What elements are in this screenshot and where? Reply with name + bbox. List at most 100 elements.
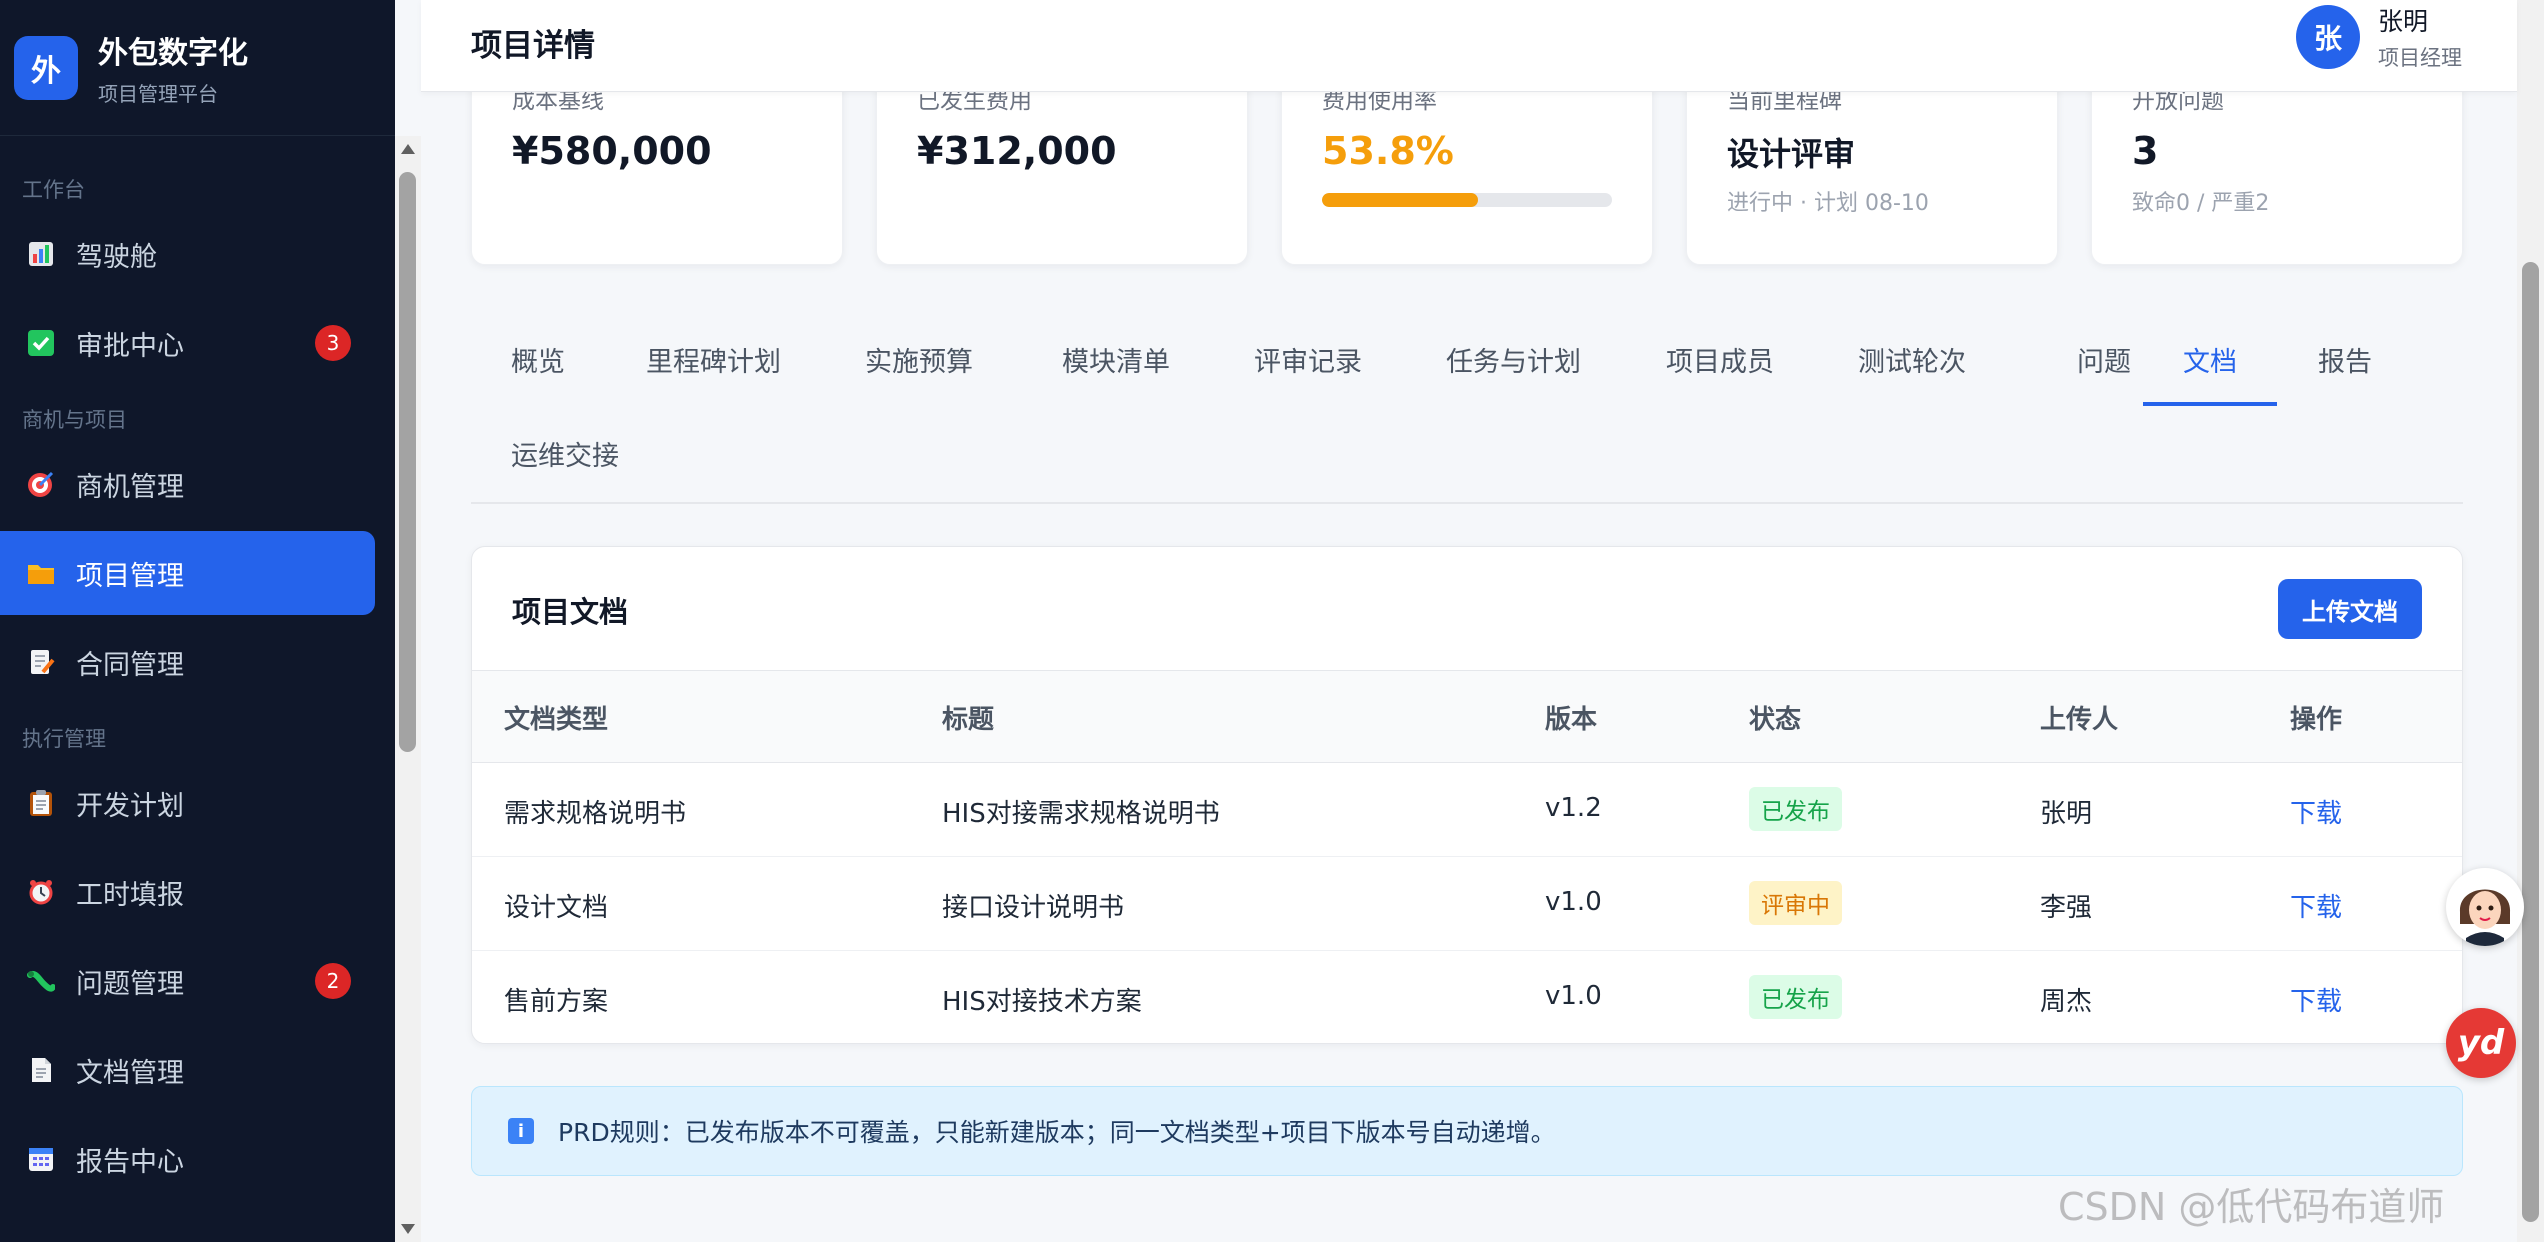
doc-title: 接口设计说明书 (942, 893, 1125, 923)
target-icon (26, 469, 56, 499)
doc-version: v1.2 (1545, 793, 1602, 823)
sidebar-item-dashboard[interactable]: 驾驶舱 (0, 212, 375, 296)
assistant-avatar-icon[interactable] (2446, 868, 2524, 946)
doc-type: 需求规格说明书 (504, 799, 687, 829)
main-scrollbar[interactable] (2517, 0, 2544, 1242)
stat-sub: 进行中 · 计划 08-10 (1727, 191, 1929, 216)
stat-value: ¥580,000 (512, 129, 712, 173)
nav-group-label: 工作台 (22, 178, 85, 202)
column-header: 状态 (1749, 705, 1802, 735)
doc-uploader: 李强 (2040, 893, 2093, 923)
table-header: 文档类型 标题 版本 状态 上传人 操作 (472, 671, 2462, 763)
nav-group-label: 执行管理 (22, 727, 106, 751)
table-row: 设计文档 接口设计说明书 v1.0 评审中 李强 下载 (472, 857, 2462, 951)
check-icon (26, 328, 56, 358)
upload-document-button[interactable]: 上传文档 (2278, 579, 2422, 639)
doc-type: 售前方案 (504, 987, 609, 1017)
sidebar-item-opportunities[interactable]: 商机管理 (0, 442, 375, 526)
scroll-up-arrow-icon[interactable] (401, 144, 415, 154)
doc-version: v1.0 (1545, 981, 1602, 1011)
brand: 外 外包数字化 项目管理平台 (0, 0, 395, 136)
download-link[interactable]: 下载 (2290, 793, 2342, 830)
stat-sub: 致命0 / 严重2 (2132, 191, 2270, 216)
sidebar-item-label: 报告中心 (76, 1146, 184, 1178)
watermark: CSDN @低代码布道师 (2058, 1185, 2445, 1229)
stat-value: 53.8% (1322, 129, 1454, 173)
tab-modules[interactable]: 模块清单 (1022, 312, 1210, 406)
stat-value: 3 (2132, 129, 2159, 173)
tab-overview[interactable]: 概览 (471, 312, 605, 406)
sidebar-item-projects[interactable]: 项目管理 (0, 531, 375, 615)
sidebar-item-label: 合同管理 (76, 649, 184, 681)
sidebar-scrollbar[interactable] (395, 136, 421, 1242)
status-badge: 评审中 (1749, 881, 1842, 925)
documents-card: 项目文档 上传文档 文档类型 标题 版本 状态 上传人 操作 需求规格说明书 H… (471, 546, 2463, 1044)
sidebar-item-label: 工时填报 (76, 879, 184, 911)
sidebar: 外 外包数字化 项目管理平台 工作台 驾驶舱 审批中心 3 商机与项目 商机管理 (0, 0, 395, 1242)
calendar-icon (26, 1144, 56, 1174)
nav-group-label: 商机与项目 (22, 408, 127, 432)
sidebar-item-label: 项目管理 (76, 560, 184, 592)
doc-uploader: 周杰 (2040, 987, 2093, 1017)
sidebar-item-timesheet[interactable]: 工时填报 (0, 850, 375, 934)
user-role: 项目经理 (2378, 46, 2462, 70)
tab-reports[interactable]: 报告 (2278, 312, 2412, 406)
sidebar-item-label: 文档管理 (76, 1057, 184, 1089)
sidebar-item-label: 开发计划 (76, 790, 184, 822)
sidebar-item-issues[interactable]: 问题管理 2 (0, 939, 375, 1023)
sidebar-item-contracts[interactable]: 合同管理 (0, 620, 375, 704)
doc-version: v1.0 (1545, 887, 1602, 917)
column-header: 版本 (1545, 705, 1598, 735)
status-badge: 已发布 (1749, 975, 1842, 1019)
user-menu[interactable]: 张 张明 项目经理 (2296, 2, 2462, 72)
info-icon: i (508, 1118, 534, 1144)
contract-icon (26, 647, 56, 677)
download-link[interactable]: 下载 (2290, 887, 2342, 924)
avatar[interactable]: 张 (2296, 5, 2360, 69)
page-title: 项目详情 (471, 28, 595, 64)
progress-fill (1322, 193, 1479, 207)
clipboard-icon (26, 788, 56, 818)
info-text: PRD规则：已发布版本不可覆盖，只能新建版本；同一文档类型+项目下版本号自动递增… (558, 1118, 1556, 1147)
tab-test-rounds[interactable]: 测试轮次 (1818, 312, 2006, 406)
doc-type: 设计文档 (504, 893, 609, 923)
brand-subtitle: 项目管理平台 (98, 82, 218, 106)
brand-title: 外包数字化 (98, 36, 248, 71)
column-header: 上传人 (2040, 705, 2119, 735)
tab-members[interactable]: 项目成员 (1626, 312, 1814, 406)
sidebar-item-documents[interactable]: 文档管理 (0, 1028, 375, 1112)
tab-documents[interactable]: 文档 (2143, 312, 2277, 406)
sidebar-item-reports[interactable]: 报告中心 (0, 1117, 375, 1201)
brand-logo: 外 (14, 35, 78, 100)
sidebar-item-label: 问题管理 (76, 968, 184, 1000)
stat-value: 设计评审 (1727, 135, 1856, 173)
documents-title: 项目文档 (512, 595, 629, 629)
cost-usage-progress (1322, 193, 1612, 207)
doc-title: HIS对接需求规格说明书 (942, 799, 1220, 829)
doc-uploader: 张明 (2040, 799, 2093, 829)
sidebar-item-dev-plan[interactable]: 开发计划 (0, 761, 375, 845)
sidebar-nav: 工作台 驾驶舱 审批中心 3 商机与项目 商机管理 项目管理 合同管理 执行管理… (0, 160, 395, 1206)
sidebar-item-label: 审批中心 (76, 330, 184, 362)
tab-ops-handover[interactable]: 运维交接 (471, 406, 659, 500)
main-scroll-thumb[interactable] (2522, 262, 2539, 1222)
tab-tasks[interactable]: 任务与计划 (1406, 312, 1621, 406)
column-header: 标题 (942, 705, 995, 735)
yd-floating-button[interactable]: yd (2446, 1008, 2516, 1078)
column-header: 文档类型 (504, 705, 609, 735)
issues-count-badge: 2 (315, 963, 351, 999)
download-link[interactable]: 下载 (2290, 981, 2342, 1018)
sidebar-scroll-thumb[interactable] (399, 172, 416, 752)
doc-title: HIS对接技术方案 (942, 987, 1142, 1017)
tab-budget[interactable]: 实施预算 (825, 312, 1013, 406)
table-row: 需求规格说明书 HIS对接需求规格说明书 v1.2 已发布 张明 下载 (472, 763, 2462, 857)
tab-reviews[interactable]: 评审记录 (1214, 312, 1402, 406)
scroll-down-arrow-icon[interactable] (401, 1224, 415, 1234)
document-icon (26, 1055, 56, 1085)
tab-milestones[interactable]: 里程碑计划 (606, 312, 821, 406)
chart-icon (26, 239, 56, 269)
sidebar-item-label: 商机管理 (76, 471, 184, 503)
sidebar-item-approval[interactable]: 审批中心 3 (0, 301, 375, 385)
alarm-icon (26, 877, 56, 907)
table-row: 售前方案 HIS对接技术方案 v1.0 已发布 周杰 下载 (472, 951, 2462, 1043)
